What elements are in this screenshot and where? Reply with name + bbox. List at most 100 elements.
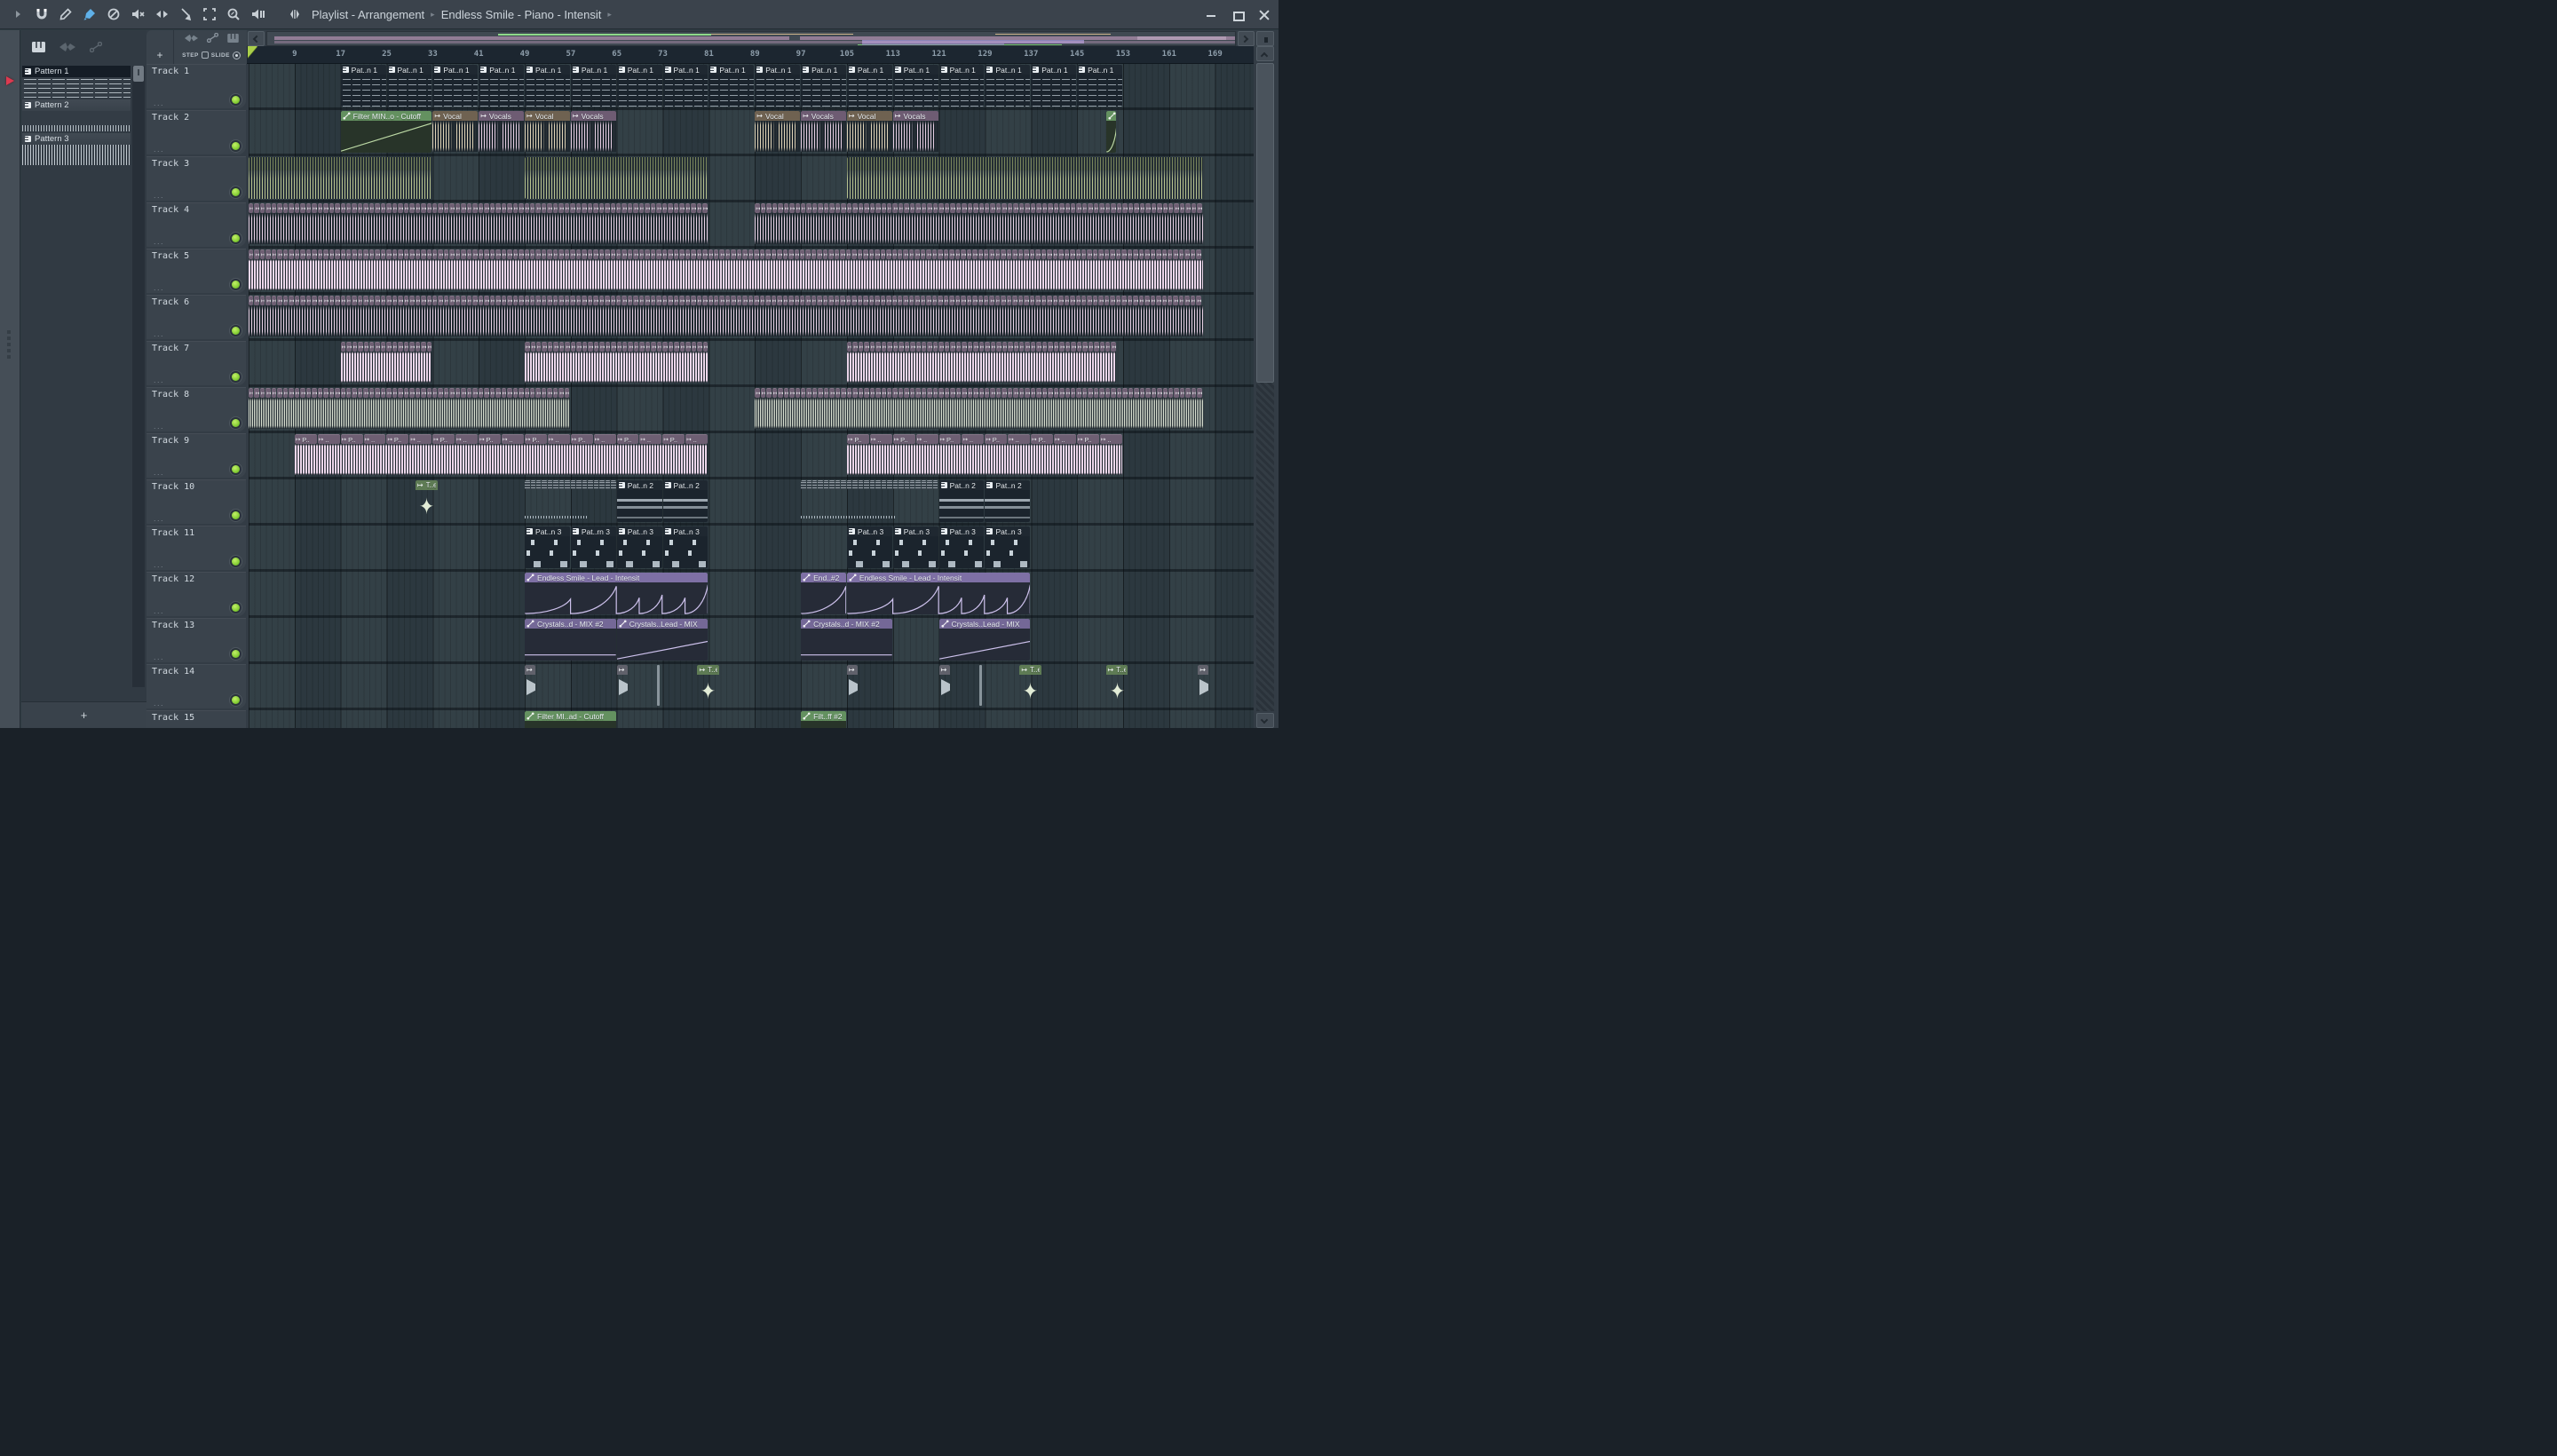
clip-audio[interactable]: ↦ Vocal <box>846 111 892 153</box>
stretch-icon[interactable] <box>151 4 172 25</box>
clip-automation[interactable]: Filter MI..ad - Cutoff <box>525 711 616 728</box>
clip-pattern[interactable]: Pat..n 3 <box>662 526 709 568</box>
clip-pattern-row[interactable] <box>525 480 616 522</box>
clip-pattern[interactable]: Pat..n 1 <box>1077 65 1122 107</box>
picker-scrollbar[interactable] <box>132 66 145 687</box>
track-mute-led[interactable] <box>232 142 240 150</box>
brush-icon[interactable] <box>79 4 100 25</box>
clip-pattern[interactable]: Pat..n 3 <box>525 526 570 568</box>
track-mute-led[interactable] <box>232 96 240 104</box>
zoom-icon[interactable] <box>223 4 244 25</box>
add-pattern-button[interactable]: + <box>81 708 88 722</box>
scroll-down-button[interactable] <box>1256 713 1274 728</box>
clip-automation[interactable]: Filt..ff #2 <box>801 711 846 728</box>
clip-pattern[interactable]: Pat..n 1 <box>892 65 938 107</box>
clip-audio-small[interactable]: ↦ T..e ✦ <box>1019 665 1042 707</box>
track-menu-dots[interactable]: ... <box>154 514 164 523</box>
track-mute-led[interactable] <box>232 234 240 242</box>
add-track-tab[interactable]: + <box>146 30 174 64</box>
track-header[interactable]: Track 9... <box>146 433 246 478</box>
track-menu-dots[interactable]: ... <box>154 376 164 384</box>
clip-automation[interactable]: Crystals..d - MIX #2 <box>801 619 892 661</box>
clip-audio-striped[interactable] <box>1031 157 1203 199</box>
maximize-button[interactable] <box>1231 8 1245 22</box>
step-toggle[interactable] <box>201 51 209 59</box>
clip-automation[interactable]: Crystals..d - MIX #2 <box>525 619 616 661</box>
track-header[interactable]: Track 13... <box>146 618 246 662</box>
automation-filter-icon[interactable] <box>90 42 102 52</box>
clip-pattern[interactable]: Pat..n 1 <box>1031 65 1077 107</box>
scroll-up-button[interactable] <box>1256 46 1274 61</box>
pencil-icon[interactable] <box>55 4 76 25</box>
clip-audio[interactable]: ↦ Vocals <box>479 111 525 153</box>
pattern-item[interactable]: Pattern 1 <box>22 66 131 98</box>
breadcrumb-view[interactable]: Playlist - Arrangement <box>312 8 424 21</box>
clip-audio-striped[interactable] <box>525 157 709 199</box>
preview-speaker-icon[interactable] <box>247 4 268 25</box>
pattern-source-icon[interactable] <box>226 31 239 47</box>
track-menu-dots[interactable]: ... <box>154 699 164 708</box>
clip-sliver[interactable] <box>978 665 982 706</box>
breadcrumb-selection[interactable]: Endless Smile - Piano - Intensit <box>441 8 602 21</box>
clip-audio[interactable]: ↦ Vocal <box>432 111 479 153</box>
clip-pattern[interactable]: Pat..n 1 <box>662 65 709 107</box>
track-mute-led[interactable] <box>232 419 240 427</box>
track-menu-dots[interactable]: ... <box>154 283 164 292</box>
clip-pattern[interactable]: Pat..n 3 <box>616 526 662 568</box>
vertical-scrollbar[interactable] <box>1256 46 1274 728</box>
track-menu-dots[interactable]: ... <box>154 145 164 154</box>
panel-grip-handle[interactable] <box>7 330 11 361</box>
mute-icon[interactable] <box>127 4 148 25</box>
pattern-item-header[interactable]: Pattern 1 <box>22 66 131 77</box>
track-header[interactable]: Track 1... <box>146 64 246 108</box>
track-menu-dots[interactable]: ... <box>154 560 164 569</box>
clip-audio-segment[interactable]: ↦↦↦↦↦↦↦↦↦↦↦↦↦↦↦↦↦↦↦↦↦↦↦↦↦↦↦↦↦↦↦↦↦↦↦↦↦↦↦↦… <box>846 342 1117 384</box>
track-mute-led[interactable] <box>232 465 240 473</box>
clip-pattern[interactable]: Pat..n 1 <box>801 65 846 107</box>
clip-pattern[interactable]: Pat..n 1 <box>616 65 662 107</box>
playhead-marker[interactable] <box>248 46 257 58</box>
clip-automation[interactable]: Endless Smile - Lead - Intensit <box>525 573 709 614</box>
clip-audio[interactable]: ↦ Vocal <box>755 111 801 153</box>
play-icon[interactable] <box>7 4 28 25</box>
clip-pattern[interactable]: Pat..n 1 <box>985 65 1031 107</box>
clip-pattern[interactable]: Pat..n 2 <box>985 480 1031 522</box>
clip-audio-small[interactable]: ↦ T..e ✦ <box>697 665 720 707</box>
panel-menu-button[interactable] <box>1256 31 1274 46</box>
deny-icon[interactable] <box>103 4 124 25</box>
track-header[interactable]: Track 10... <box>146 479 246 524</box>
pattern-item[interactable]: Pattern 2 <box>22 99 131 131</box>
clip-audio[interactable]: ↦ Vocals <box>570 111 616 153</box>
clip-audio-striped[interactable] <box>846 157 1031 199</box>
clip-automation[interactable]: Endless Smile - Lead - Intensit <box>846 573 1031 614</box>
select-icon[interactable] <box>199 4 220 25</box>
track-mute-led[interactable] <box>232 188 240 196</box>
clip-audio-segment[interactable]: ↦↦↦↦↦↦↦↦↦↦↦↦↦↦↦↦↦↦↦↦↦↦↦↦↦↦↦↦↦↦↦↦↦↦↦↦↦↦↦↦… <box>249 203 709 245</box>
clip-pattern[interactable]: Pat..n 3 <box>938 526 985 568</box>
clip-pattern[interactable]: Pat..n 2 <box>662 480 709 522</box>
clip-audio-small[interactable]: ↦ T..e ✦ <box>1105 665 1128 707</box>
track-mute-led[interactable] <box>232 373 240 381</box>
clip-audio-small[interactable]: ↦ <box>1198 665 1209 707</box>
add-track-button[interactable]: + <box>156 49 162 61</box>
track-menu-dots[interactable]: ... <box>154 606 164 615</box>
track-mute-led[interactable] <box>232 696 240 704</box>
audio-source-icon[interactable] <box>184 31 198 47</box>
minimize-button[interactable] <box>1204 8 1218 22</box>
clip-audio-segment[interactable]: ↦↦↦↦↦↦↦↦↦↦↦↦↦↦↦↦↦↦↦↦↦↦↦↦↦↦↦↦↦↦↦↦↦↦↦↦↦↦↦↦… <box>755 203 1203 245</box>
timeline-ruler[interactable]: 9 17 25 33 41 49 57 65 73 81 89 97 105 113 121 129 137 14… <box>247 46 1254 64</box>
close-button[interactable] <box>1257 8 1271 22</box>
track-menu-dots[interactable]: ... <box>154 329 164 338</box>
track-menu-dots[interactable]: ... <box>154 468 164 477</box>
clip-audio-segment[interactable]: ↦ P.. ↦.. ↦ P.. ↦.. ↦ P.. ↦.. ↦ P.. ↦.. ↦ P.. ↦.. ↦ P.. ↦… <box>846 434 1122 476</box>
clip-automation[interactable]: Crystals..Lead - MIX <box>616 619 709 661</box>
pattern-item-header[interactable]: Pattern 3 <box>22 133 131 145</box>
clip-audio-segment[interactable]: ↦↦↦↦↦↦↦↦↦↦↦↦↦↦↦↦↦↦↦↦↦↦↦↦↦↦↦↦↦↦↦↦ <box>525 342 709 384</box>
track-header[interactable]: Track 2... <box>146 110 246 154</box>
track-header[interactable]: Track 7... <box>146 341 246 385</box>
track-menu-dots[interactable]: ... <box>154 422 164 431</box>
clip-audio[interactable]: ↦ Vocals <box>892 111 938 153</box>
track-mute-led[interactable] <box>232 281 240 289</box>
track-mute-led[interactable] <box>232 604 240 612</box>
track-mute-led[interactable] <box>232 511 240 519</box>
